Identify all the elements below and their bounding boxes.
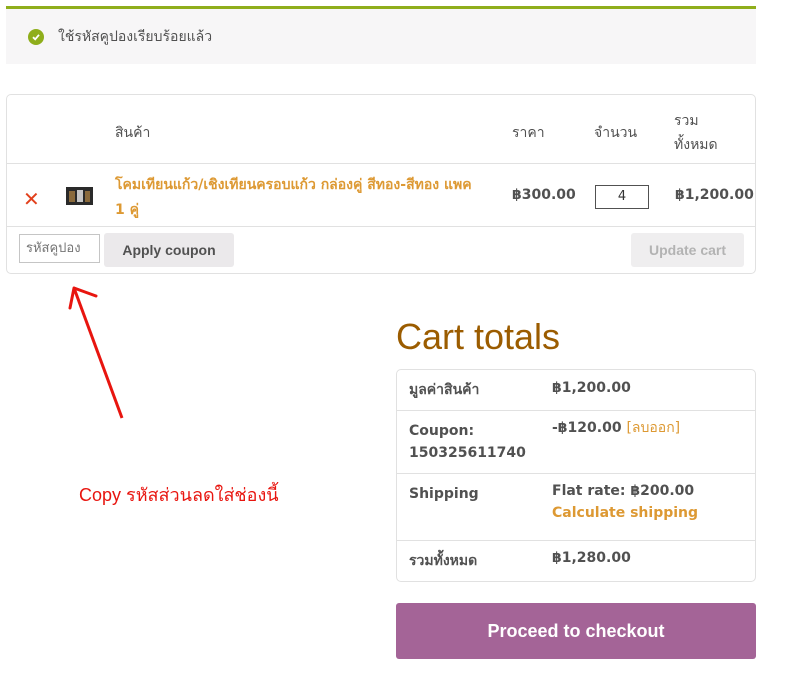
header-total: รวม ทั้งหมด xyxy=(674,113,718,153)
shipping-value: Flat rate: ฿200.00 xyxy=(552,483,695,499)
order-total-label: รวมทั้งหมด xyxy=(409,553,478,569)
row-divider xyxy=(7,226,755,227)
coupon-code-input[interactable] xyxy=(19,234,100,263)
header-product: สินค้า xyxy=(115,125,151,141)
item-subtotal: ฿1,200.00 xyxy=(675,187,754,203)
notice-message: ใช้รหัสคูปองเรียบร้อยแล้ว xyxy=(58,28,213,45)
subtotal-value: ฿1,200.00 xyxy=(552,380,631,396)
subtotal-label: มูลค่าสินค้า xyxy=(409,382,480,398)
calculate-shipping-link[interactable]: Calculate shipping xyxy=(552,502,698,524)
cart-totals-table: มูลค่าสินค้า ฿1,200.00 Coupon: 150325611… xyxy=(396,369,756,582)
cart-totals-title: Cart totals xyxy=(396,316,561,357)
row-divider xyxy=(397,540,755,541)
apply-coupon-button[interactable]: Apply coupon xyxy=(104,233,234,267)
header-quantity: จำนวน xyxy=(594,125,638,141)
remove-item-icon[interactable]: ✕ xyxy=(23,187,40,211)
product-name-link[interactable]: โคมเทียนแก้ว/เชิงเทียนครอบแก้ว กล่องคู่ … xyxy=(115,173,485,223)
proceed-to-checkout-button[interactable]: Proceed to checkout xyxy=(396,603,756,659)
coupon-code: 150325611740 xyxy=(409,445,526,461)
cart-table: สินค้า ราคา จำนวน รวม ทั้งหมด ✕ โคมเทียน… xyxy=(6,94,756,274)
item-price: ฿300.00 xyxy=(512,187,576,203)
row-divider xyxy=(7,163,755,164)
quantity-input[interactable]: 4 xyxy=(595,185,649,209)
header-price: ราคา xyxy=(512,125,545,141)
product-thumbnail[interactable] xyxy=(66,187,93,205)
shipping-label: Shipping xyxy=(409,486,479,502)
annotation-text: Copy รหัสส่วนลดใส่ช่องนี้ xyxy=(79,485,279,505)
check-circle-icon xyxy=(28,28,44,45)
row-divider xyxy=(397,410,755,411)
coupon-value: -฿120.00 [ลบออก] xyxy=(552,417,680,439)
order-total-value: ฿1,280.00 xyxy=(552,550,631,566)
coupon-label: Coupon: xyxy=(409,423,475,439)
row-divider xyxy=(397,473,755,474)
annotation-arrow-icon xyxy=(68,286,124,419)
update-cart-button[interactable]: Update cart xyxy=(631,233,744,267)
success-notice: ใช้รหัสคูปองเรียบร้อยแล้ว xyxy=(6,6,756,64)
remove-coupon-link[interactable]: [ลบออก] xyxy=(626,420,680,436)
coupon-discount: -฿120.00 xyxy=(552,420,622,436)
